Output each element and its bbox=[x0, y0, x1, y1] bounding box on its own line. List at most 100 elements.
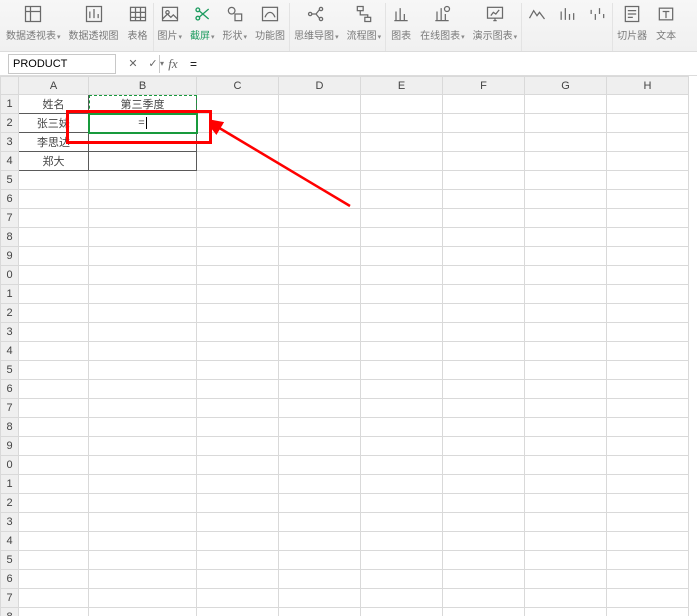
cell-G26[interactable] bbox=[525, 570, 607, 589]
cell-E6[interactable] bbox=[361, 190, 443, 209]
row-header-19[interactable]: 9 bbox=[1, 437, 19, 456]
cell-F15[interactable] bbox=[443, 361, 525, 380]
cell-A22[interactable] bbox=[19, 494, 89, 513]
cell-E9[interactable] bbox=[361, 247, 443, 266]
cell-A17[interactable] bbox=[19, 399, 89, 418]
cell-A28[interactable] bbox=[19, 608, 89, 616]
cell-B19[interactable] bbox=[89, 437, 197, 456]
cell-G14[interactable] bbox=[525, 342, 607, 361]
cell-C18[interactable] bbox=[197, 418, 279, 437]
cell-A23[interactable] bbox=[19, 513, 89, 532]
picture-button[interactable]: 图片▾ bbox=[158, 3, 183, 42]
row-header-7[interactable]: 7 bbox=[1, 209, 19, 228]
cell-H21[interactable] bbox=[607, 475, 689, 494]
cell-C1[interactable] bbox=[197, 95, 279, 114]
cell-B17[interactable] bbox=[89, 399, 197, 418]
cell-C21[interactable] bbox=[197, 475, 279, 494]
cell-F18[interactable] bbox=[443, 418, 525, 437]
cell-A1[interactable]: 姓名 bbox=[19, 95, 89, 114]
cell-F7[interactable] bbox=[443, 209, 525, 228]
cell-D4[interactable] bbox=[279, 152, 361, 171]
cell-G12[interactable] bbox=[525, 304, 607, 323]
cell-E23[interactable] bbox=[361, 513, 443, 532]
cell-B28[interactable] bbox=[89, 608, 197, 616]
cell-E25[interactable] bbox=[361, 551, 443, 570]
cell-B24[interactable] bbox=[89, 532, 197, 551]
row-header-8[interactable]: 8 bbox=[1, 228, 19, 247]
cell-G19[interactable] bbox=[525, 437, 607, 456]
cell-D10[interactable] bbox=[279, 266, 361, 285]
row-header-21[interactable]: 1 bbox=[1, 475, 19, 494]
cell-F8[interactable] bbox=[443, 228, 525, 247]
cell-H24[interactable] bbox=[607, 532, 689, 551]
cell-D22[interactable] bbox=[279, 494, 361, 513]
cell-A6[interactable] bbox=[19, 190, 89, 209]
cell-F28[interactable] bbox=[443, 608, 525, 616]
cell-G10[interactable] bbox=[525, 266, 607, 285]
cell-H3[interactable] bbox=[607, 133, 689, 152]
cell-E20[interactable] bbox=[361, 456, 443, 475]
cell-D1[interactable] bbox=[279, 95, 361, 114]
cell-G1[interactable] bbox=[525, 95, 607, 114]
cell-C23[interactable] bbox=[197, 513, 279, 532]
cell-H8[interactable] bbox=[607, 228, 689, 247]
cell-D27[interactable] bbox=[279, 589, 361, 608]
cell-D2[interactable] bbox=[279, 114, 361, 133]
cell-F12[interactable] bbox=[443, 304, 525, 323]
cell-E16[interactable] bbox=[361, 380, 443, 399]
cell-C13[interactable] bbox=[197, 323, 279, 342]
cell-B26[interactable] bbox=[89, 570, 197, 589]
row-header-2[interactable]: 2 bbox=[1, 114, 19, 133]
row-header-11[interactable]: 1 bbox=[1, 285, 19, 304]
cell-G5[interactable] bbox=[525, 171, 607, 190]
cell-B5[interactable] bbox=[89, 171, 197, 190]
cell-D15[interactable] bbox=[279, 361, 361, 380]
slicer-button[interactable]: 切片器 bbox=[617, 3, 647, 42]
cell-G11[interactable] bbox=[525, 285, 607, 304]
cancel-formula-button[interactable]: ✕ bbox=[126, 57, 140, 70]
cell-A3[interactable]: 李思达 bbox=[19, 133, 89, 152]
col-header-G[interactable]: G bbox=[525, 77, 607, 95]
cell-B7[interactable] bbox=[89, 209, 197, 228]
cell-E19[interactable] bbox=[361, 437, 443, 456]
cell-B9[interactable] bbox=[89, 247, 197, 266]
row-header-16[interactable]: 6 bbox=[1, 380, 19, 399]
row-header-18[interactable]: 8 bbox=[1, 418, 19, 437]
cell-G25[interactable] bbox=[525, 551, 607, 570]
row-header-13[interactable]: 3 bbox=[1, 323, 19, 342]
cell-C2[interactable] bbox=[197, 114, 279, 133]
cell-H19[interactable] bbox=[607, 437, 689, 456]
cell-C16[interactable] bbox=[197, 380, 279, 399]
cell-E3[interactable] bbox=[361, 133, 443, 152]
cell-E14[interactable] bbox=[361, 342, 443, 361]
shapes-button[interactable]: 形状▾ bbox=[223, 3, 248, 42]
cell-G7[interactable] bbox=[525, 209, 607, 228]
cell-D6[interactable] bbox=[279, 190, 361, 209]
cell-B23[interactable] bbox=[89, 513, 197, 532]
cell-H20[interactable] bbox=[607, 456, 689, 475]
cell-A20[interactable] bbox=[19, 456, 89, 475]
cell-F19[interactable] bbox=[443, 437, 525, 456]
cell-H26[interactable] bbox=[607, 570, 689, 589]
col-header-B[interactable]: B bbox=[89, 77, 197, 95]
cell-E24[interactable] bbox=[361, 532, 443, 551]
cell-G23[interactable] bbox=[525, 513, 607, 532]
cell-A12[interactable] bbox=[19, 304, 89, 323]
cell-A25[interactable] bbox=[19, 551, 89, 570]
cell-B11[interactable] bbox=[89, 285, 197, 304]
cell-C27[interactable] bbox=[197, 589, 279, 608]
cell-C19[interactable] bbox=[197, 437, 279, 456]
cell-F14[interactable] bbox=[443, 342, 525, 361]
cell-C17[interactable] bbox=[197, 399, 279, 418]
cell-G21[interactable] bbox=[525, 475, 607, 494]
cell-G13[interactable] bbox=[525, 323, 607, 342]
cell-A16[interactable] bbox=[19, 380, 89, 399]
cell-F11[interactable] bbox=[443, 285, 525, 304]
cell-D14[interactable] bbox=[279, 342, 361, 361]
cell-C7[interactable] bbox=[197, 209, 279, 228]
cell-A5[interactable] bbox=[19, 171, 89, 190]
cell-E5[interactable] bbox=[361, 171, 443, 190]
row-header-25[interactable]: 5 bbox=[1, 551, 19, 570]
cell-C15[interactable] bbox=[197, 361, 279, 380]
cell-B27[interactable] bbox=[89, 589, 197, 608]
